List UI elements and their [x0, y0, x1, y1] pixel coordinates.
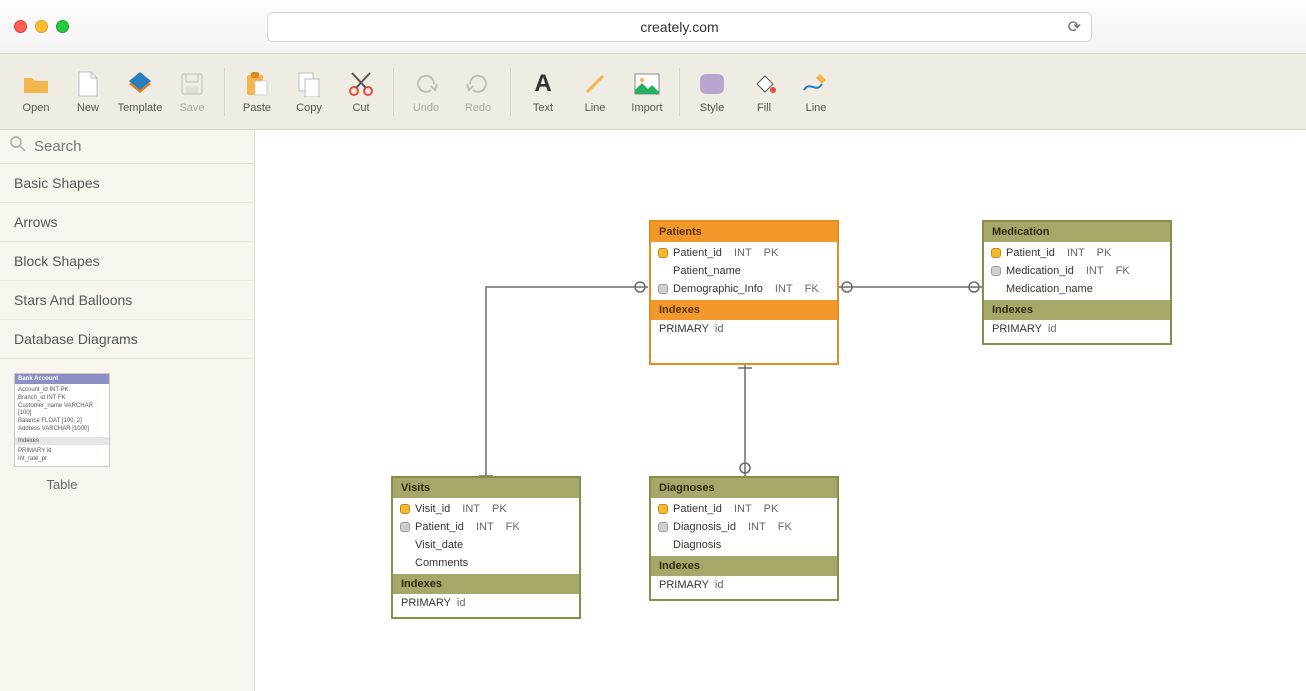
table-column: Diagnosis_idINTFK: [651, 518, 837, 536]
url-bar[interactable]: creately.com ⟳: [267, 12, 1092, 42]
sidebar-item-basic-shapes[interactable]: Basic Shapes: [0, 164, 254, 203]
image-icon: [633, 70, 661, 98]
table-column: Medication_idINTFK: [984, 262, 1170, 280]
indexes-row: PRIMARYid: [651, 320, 837, 363]
table-column: Patient_idINTPK: [651, 244, 837, 262]
copy-icon: [295, 70, 323, 98]
text-tool-button[interactable]: A Text: [517, 62, 569, 122]
search-icon: [10, 136, 26, 157]
search-row: [0, 130, 254, 164]
line-tool-button[interactable]: Line: [569, 62, 621, 122]
sidebar-item-database-diagrams[interactable]: Database Diagrams: [0, 320, 254, 359]
sidebar: Basic Shapes Arrows Block Shapes Stars A…: [0, 130, 255, 691]
template-icon: [126, 70, 154, 98]
indexes-row: PRIMARYid: [984, 320, 1170, 343]
toolbar-separator: [224, 68, 225, 116]
indexes-row: PRIMARYid: [651, 576, 837, 599]
table-column: Comments: [393, 554, 579, 572]
folder-icon: [22, 70, 50, 98]
open-button[interactable]: Open: [10, 62, 62, 122]
sidebar-item-stars-balloons[interactable]: Stars And Balloons: [0, 281, 254, 320]
table-visits[interactable]: Visits Visit_idINTPK Patient_idINTFK Vis…: [391, 476, 581, 619]
table-shape-thumbnail[interactable]: Bank Account Account_id INT PK Branch_id…: [14, 373, 110, 467]
save-button[interactable]: Save: [166, 62, 218, 122]
canvas[interactable]: Patients Patient_idINTPK Patient_name De…: [255, 130, 1306, 691]
indexes-header: Indexes: [651, 300, 837, 320]
save-icon: [178, 70, 206, 98]
undo-button[interactable]: Undo: [400, 62, 452, 122]
line-style-button[interactable]: Line: [790, 62, 842, 122]
thumbnail-label: Table: [14, 467, 110, 492]
table-column: Patient_idINTPK: [651, 500, 837, 518]
pencil-line-icon: [802, 70, 830, 98]
maximize-window-button[interactable]: [56, 20, 69, 33]
indexes-header: Indexes: [651, 556, 837, 576]
scissors-icon: [347, 70, 375, 98]
indexes-header: Indexes: [984, 300, 1170, 320]
toolbar-separator: [510, 68, 511, 116]
primary-key-icon: [401, 505, 409, 513]
browser-chrome: creately.com ⟳: [0, 0, 1306, 54]
redo-button[interactable]: Redo: [452, 62, 504, 122]
table-title: Medication: [984, 222, 1170, 242]
copy-button[interactable]: Copy: [283, 62, 335, 122]
table-column: Visit_idINTPK: [393, 500, 579, 518]
table-column: Patient_idINTPK: [984, 244, 1170, 262]
table-column: Diagnosis: [651, 536, 837, 554]
table-column: Medication_name: [984, 280, 1170, 298]
foreign-key-icon: [401, 523, 409, 531]
table-title: Diagnoses: [651, 478, 837, 498]
close-window-button[interactable]: [14, 20, 27, 33]
template-button[interactable]: Template: [114, 62, 166, 122]
primary-key-icon: [659, 249, 667, 257]
paste-button[interactable]: Paste: [231, 62, 283, 122]
indexes-header: Indexes: [393, 574, 579, 594]
text-icon: A: [529, 70, 557, 98]
toolbar: Open New Template Save Paste Copy Cut Un…: [0, 54, 1306, 130]
line-icon: [581, 70, 609, 98]
style-button[interactable]: Style: [686, 62, 738, 122]
toolbar-separator: [393, 68, 394, 116]
table-title: Visits: [393, 478, 579, 498]
indexes-row: PRIMARYid: [393, 594, 579, 617]
search-input[interactable]: [34, 138, 244, 155]
style-icon: [698, 70, 726, 98]
refresh-icon[interactable]: ⟳: [1068, 17, 1081, 37]
table-title: Patients: [651, 222, 837, 242]
toolbar-separator: [679, 68, 680, 116]
table-diagnoses[interactable]: Diagnoses Patient_idINTPK Diagnosis_idIN…: [649, 476, 839, 601]
new-file-icon: [74, 70, 102, 98]
undo-icon: [412, 70, 440, 98]
table-column: Visit_date: [393, 536, 579, 554]
minimize-window-button[interactable]: [35, 20, 48, 33]
primary-key-icon: [659, 505, 667, 513]
foreign-key-icon: [659, 285, 667, 293]
table-column: Patient_name: [651, 262, 837, 280]
url-text: creately.com: [640, 19, 718, 35]
primary-key-icon: [992, 249, 1000, 257]
clipboard-icon: [243, 70, 271, 98]
table-column: Demographic_InfoINTFK: [651, 280, 837, 298]
new-button[interactable]: New: [62, 62, 114, 122]
sidebar-item-block-shapes[interactable]: Block Shapes: [0, 242, 254, 281]
fill-button[interactable]: Fill: [738, 62, 790, 122]
bucket-icon: [750, 70, 778, 98]
table-patients[interactable]: Patients Patient_idINTPK Patient_name De…: [649, 220, 839, 365]
cut-button[interactable]: Cut: [335, 62, 387, 122]
foreign-key-icon: [659, 523, 667, 531]
table-column: Patient_idINTFK: [393, 518, 579, 536]
table-medication[interactable]: Medication Patient_idINTPK Medication_id…: [982, 220, 1172, 345]
redo-icon: [464, 70, 492, 98]
shape-panel: Bank Account Account_id INT PK Branch_id…: [0, 359, 254, 506]
main-area: Basic Shapes Arrows Block Shapes Stars A…: [0, 130, 1306, 691]
sidebar-item-arrows[interactable]: Arrows: [0, 203, 254, 242]
import-button[interactable]: Import: [621, 62, 673, 122]
foreign-key-icon: [992, 267, 1000, 275]
window-controls: [14, 20, 69, 33]
